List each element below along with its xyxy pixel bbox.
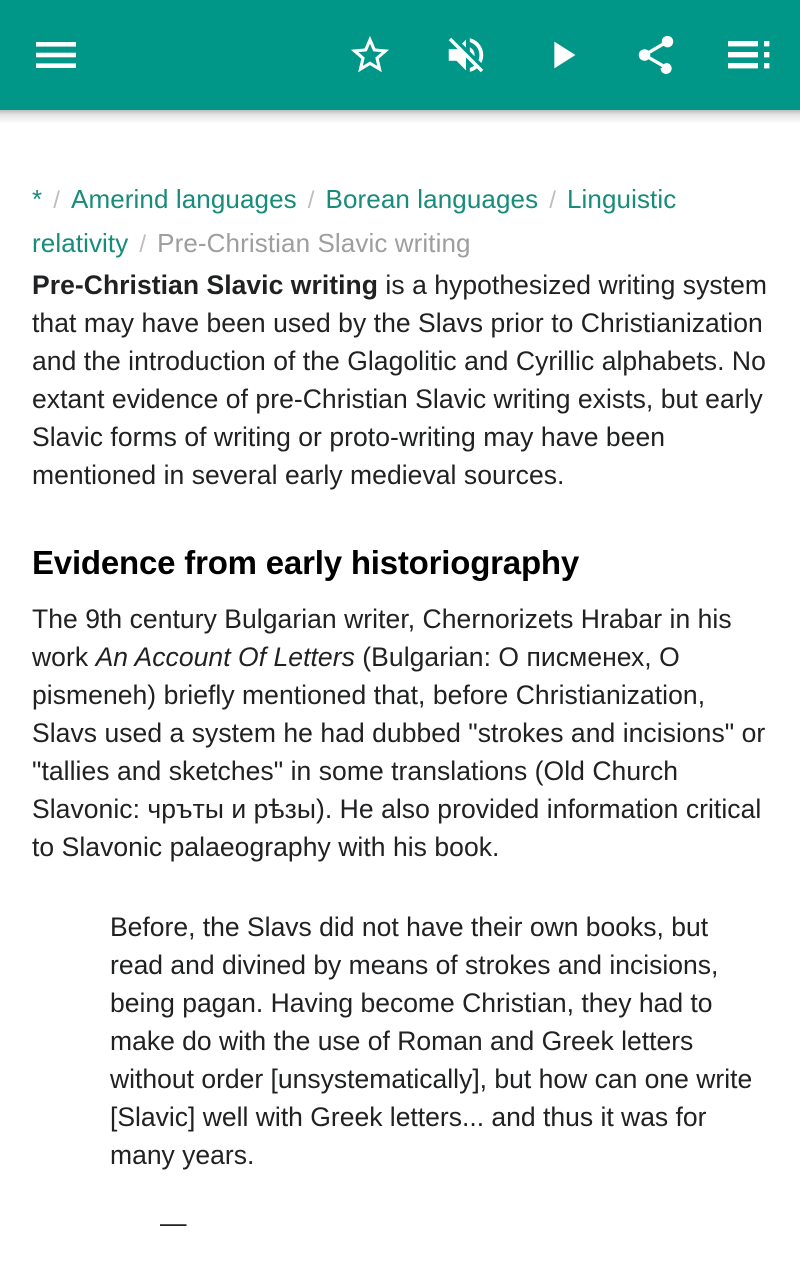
section-heading-historiography: Evidence from early historiography	[32, 544, 580, 581]
lead-paragraph-text: is a hypothesized writing system that ma…	[32, 270, 768, 490]
blockquote: Before, the Slavs did not have their own…	[32, 908, 768, 1242]
menu-icon	[36, 42, 76, 68]
app-bar	[0, 0, 800, 110]
blockquote-text: Before, the Slavs did not have their own…	[110, 912, 753, 1170]
mute-button[interactable]	[438, 27, 494, 83]
article-content: * / Amerind languages / Borean languages / Lin…	[0, 110, 800, 1242]
work-title-italic: An Account Of Letters	[95, 642, 355, 672]
table-of-contents-icon	[728, 38, 772, 72]
star-icon	[347, 32, 393, 78]
play-icon	[539, 32, 585, 78]
lead-paragraph: Pre-Christian Slavic writing is a hypoth…	[32, 266, 768, 494]
breadcrumb-separator-1: /	[307, 187, 315, 214]
watchlist-button[interactable]	[342, 27, 398, 83]
breadcrumb-separator-2: /	[549, 187, 556, 214]
breadcrumb-separator-3: /	[139, 231, 147, 258]
play-button[interactable]	[534, 27, 590, 83]
volume-off-icon	[443, 32, 489, 78]
section-paragraph: The 9th century Bulgarian writer, Cherno…	[32, 600, 768, 866]
share-icon	[633, 32, 679, 78]
article-title-bold: Pre-Christian Slavic writing	[32, 270, 378, 300]
blockquote-attribution: —	[160, 1208, 187, 1238]
breadcrumb-separator-0: /	[53, 187, 60, 214]
menu-button[interactable]	[28, 27, 84, 83]
breadcrumb-item-2[interactable]: Borean languages	[326, 184, 539, 214]
breadcrumb-item-current: Pre-Christian Slavic writing	[157, 228, 471, 258]
breadcrumb: * / Amerind languages / Borean languages / Lin…	[32, 110, 768, 266]
breadcrumb-item-1[interactable]: Amerind languages	[71, 184, 297, 214]
contents-button[interactable]	[722, 27, 778, 83]
section-paragraph-part2: (Bulgarian: О писменех, О pismeneh) brie…	[32, 642, 766, 862]
share-button[interactable]	[628, 27, 684, 83]
breadcrumb-item-0[interactable]: *	[32, 184, 42, 214]
